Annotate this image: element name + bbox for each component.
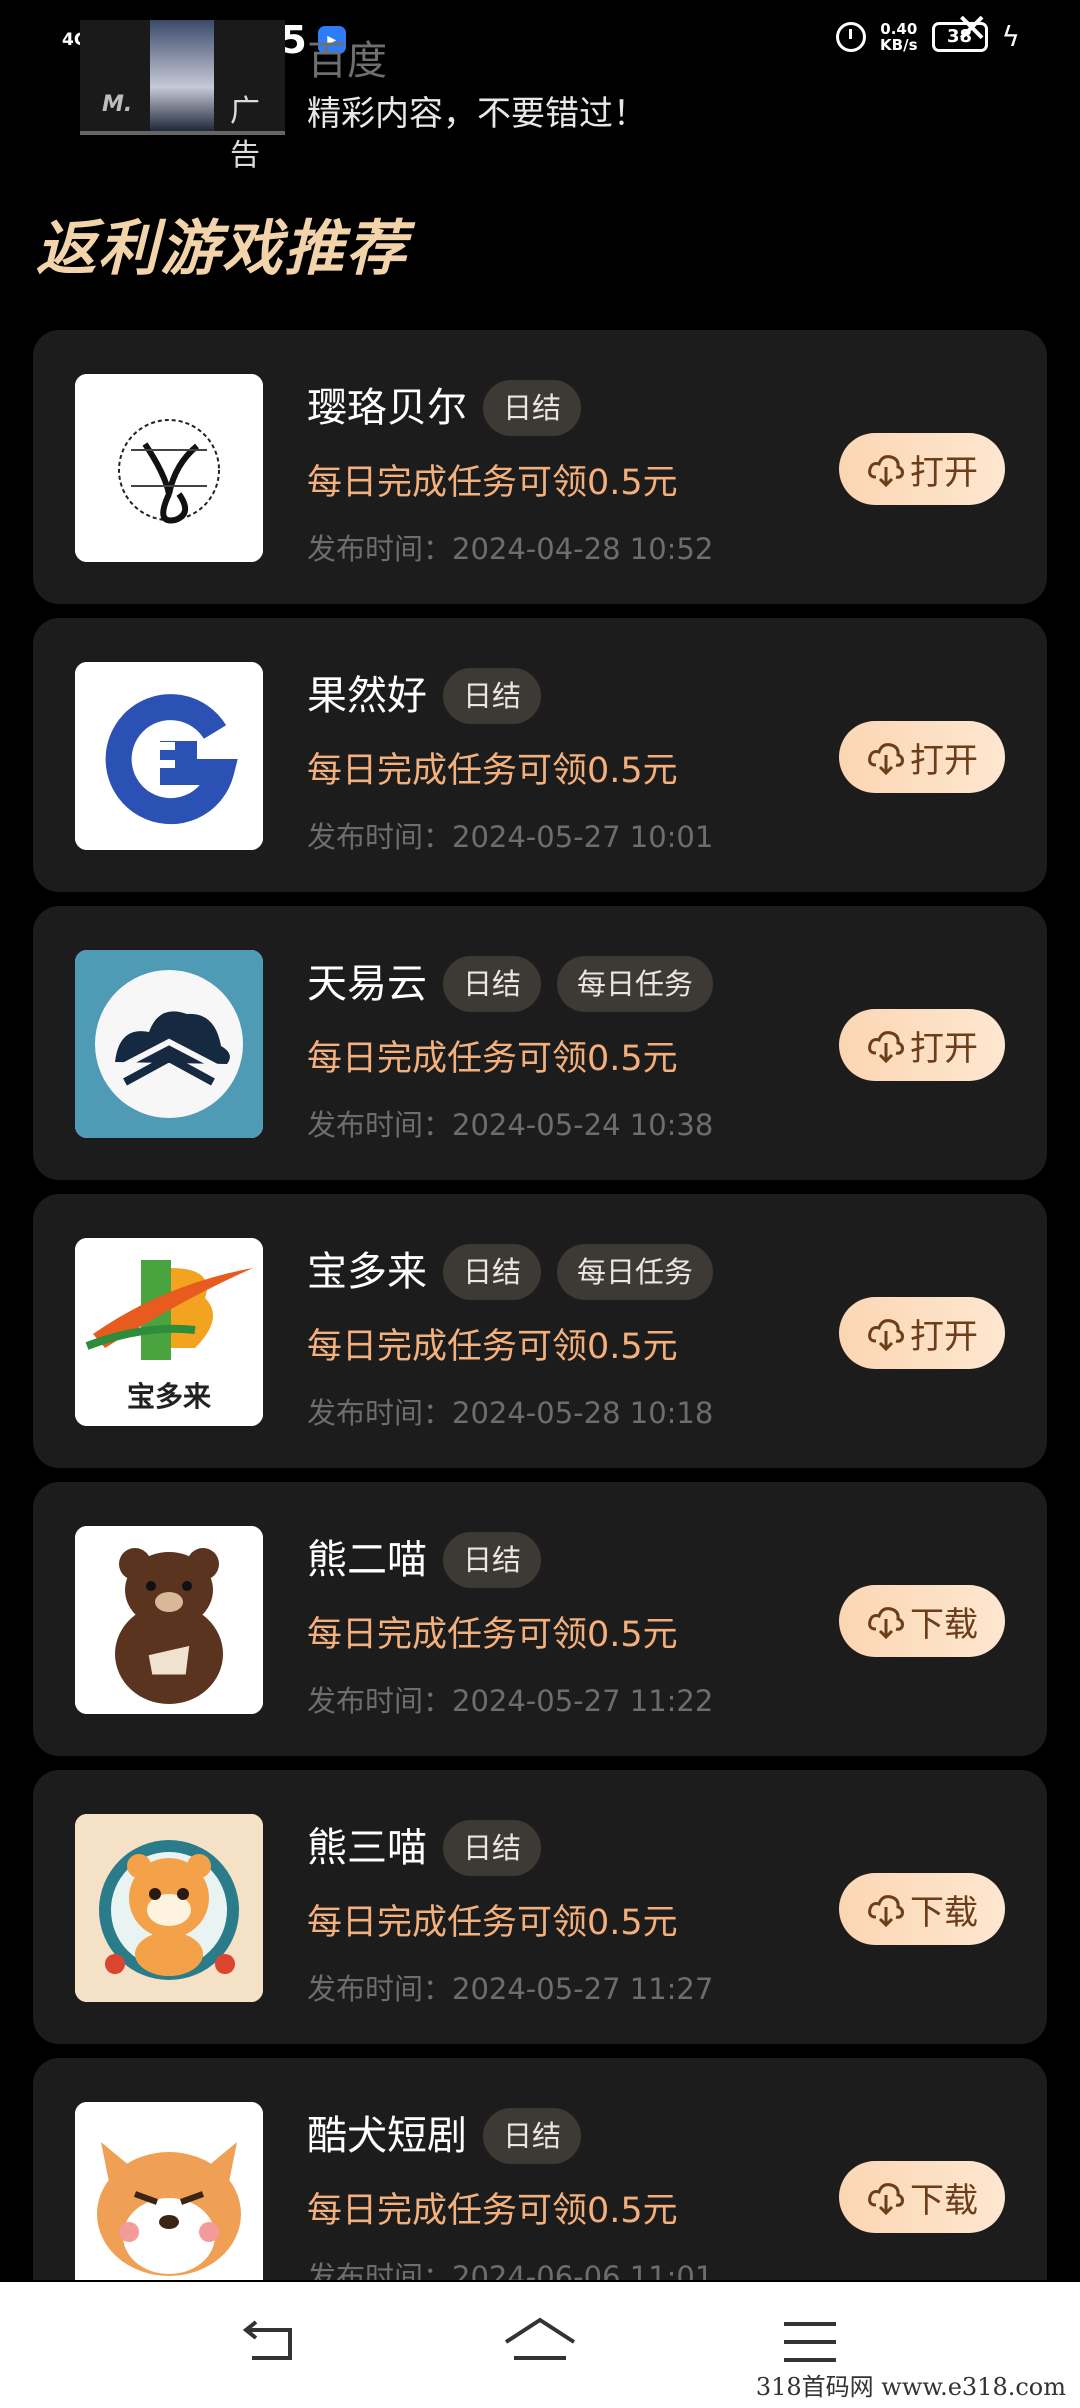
game-tags: 日结 — [443, 1532, 542, 1588]
game-tag: 日结 — [443, 1532, 542, 1588]
game-tags: 日结 — [443, 668, 542, 724]
game-publish-date: 发布时间：2024-04-28 10:52 — [307, 532, 714, 566]
yingluo-icon[interactable] — [75, 374, 263, 562]
home-button[interactable] — [500, 2312, 580, 2372]
action-label: 下载 — [910, 1604, 978, 1645]
tianyiyun-icon[interactable] — [75, 950, 263, 1138]
cloud-download-icon — [868, 1031, 904, 1064]
game-publish-date: 发布时间：2024-05-28 10:18 — [307, 1396, 714, 1430]
game-name: 酷犬短剧 — [307, 2113, 467, 2159]
download-button[interactable]: 下载 — [839, 1585, 1005, 1657]
game-tag: 日结 — [443, 668, 542, 724]
game-tags: 日结 每日任务 — [443, 956, 714, 1012]
game-tags: 日结 — [443, 1820, 542, 1876]
game-name: 果然好 — [307, 673, 427, 719]
home-icon — [504, 2317, 576, 2360]
game-card[interactable]: 熊三喵 日结每日完成任务可领0.5元发布时间：2024-05-27 11:27 下载 — [33, 1770, 1047, 2044]
game-reward: 每日完成任务可领0.5元 — [307, 1615, 678, 1655]
game-tags: 日结 — [483, 380, 582, 436]
game-reward: 每日完成任务可领0.5元 — [307, 2191, 678, 2231]
game-tag: 日结 — [483, 380, 582, 436]
action-label: 打开 — [910, 1028, 978, 1069]
page: 4G HD 19:45 ▸ 0.40 KB/s 38 ϟ M. 广告 — [0, 0, 1080, 2408]
game-tag: 每日任务 — [557, 956, 714, 1012]
action-label: 打开 — [910, 452, 978, 493]
game-tag: 日结 — [443, 1820, 542, 1876]
game-publish-date: 发布时间：2024-05-24 10:38 — [307, 1108, 714, 1142]
game-publish-date: 发布时间：2024-05-27 11:27 — [307, 1972, 714, 2006]
game-reward: 每日完成任务可领0.5元 — [307, 1903, 678, 1943]
game-tag: 日结 — [443, 956, 542, 1012]
ad-close-icon[interactable]: ✕ — [955, 6, 989, 52]
cloud-download-icon — [868, 1607, 904, 1640]
game-reward: 每日完成任务可领0.5元 — [307, 751, 678, 791]
cloud-download-icon — [868, 1319, 904, 1352]
open-button[interactable]: 打开 — [839, 721, 1005, 793]
shiba-dog-icon[interactable] — [75, 2102, 263, 2280]
download-button[interactable]: 下载 — [839, 1873, 1005, 1945]
game-tags: 日结 — [483, 2108, 582, 2164]
ad-image — [150, 20, 214, 132]
watermark: 318首码网 www.e318.com — [755, 2373, 1066, 2401]
game-tag: 每日任务 — [557, 1244, 714, 1300]
navigation-bar: 318首码网 www.e318.com — [0, 2282, 1080, 2408]
game-name: 天易云 — [307, 961, 427, 1007]
ad-label: 广告 — [230, 94, 260, 173]
game-publish-date: 发布时间：2024-06-06 11:01 — [307, 2260, 714, 2280]
game-tag: 日结 — [483, 2108, 582, 2164]
open-button[interactable]: 打开 — [839, 1297, 1005, 1369]
action-label: 打开 — [910, 740, 978, 781]
game-publish-date: 发布时间：2024-05-27 11:22 — [307, 1684, 714, 1718]
game-name: 璎珞贝尔 — [307, 385, 467, 431]
section-title: 返利游戏推荐 — [36, 214, 408, 284]
game-card[interactable]: 酷犬短剧 日结每日完成任务可领0.5元发布时间：2024-06-06 11:01 下… — [33, 2058, 1047, 2280]
game-card[interactable]: 天易云 日结 每日任务每日完成任务可领0.5元发布时间：2024-05-24 10:… — [33, 906, 1047, 1180]
game-list[interactable]: 璎珞贝尔 日结 每日完成任务可领0.5元 发布时间：2024-04-28 10:52 打… — [33, 330, 1047, 2280]
back-button[interactable] — [230, 2312, 310, 2372]
guoranhao-icon[interactable] — [75, 662, 263, 850]
game-card[interactable]: 果然好 日结每日完成任务可领0.5元发布时间：2024-05-27 10:01 打开 — [33, 618, 1047, 892]
ad-thumbnail[interactable]: M. 广告 — [80, 20, 285, 173]
game-reward: 每日完成任务可领0.5元 — [307, 1327, 678, 1367]
ad-logo: M. — [102, 92, 133, 117]
back-icon — [242, 2320, 292, 2360]
game-reward: 每日完成任务可领0.5元 — [307, 1039, 678, 1079]
cloud-download-icon — [868, 2183, 904, 2216]
ad-description: 精彩内容，不要错过！ — [307, 94, 647, 134]
game-name: 熊三喵 — [307, 1825, 427, 1871]
action-label: 打开 — [910, 1316, 978, 1357]
game-name: 熊二喵 — [307, 1537, 427, 1583]
open-button[interactable]: 打开 — [839, 433, 1005, 505]
baoduolai-icon[interactable]: 宝多来 — [75, 1238, 263, 1426]
menu-icon — [784, 2322, 836, 2362]
game-card[interactable]: 熊二喵 日结每日完成任务可领0.5元发布时间：2024-05-27 11:22 下载 — [33, 1482, 1047, 1756]
ad-banner[interactable]: M. 广告 百度 精彩内容，不要错过！ ✕ — [0, 6, 1080, 173]
cloud-download-icon — [868, 455, 904, 488]
game-name: 宝多来 — [307, 1249, 427, 1295]
download-button[interactable]: 下载 — [839, 2161, 1005, 2233]
cloud-download-icon — [868, 1895, 904, 1928]
action-label: 下载 — [910, 1892, 978, 1933]
action-label: 下载 — [910, 2180, 978, 2221]
ad-title: 百度 — [307, 38, 387, 84]
menu-button[interactable] — [770, 2312, 850, 2372]
game-card[interactable]: 璎珞贝尔 日结每日完成任务可领0.5元发布时间：2024-04-28 10:52 打… — [33, 330, 1047, 604]
game-publish-date: 发布时间：2024-05-27 10:01 — [307, 820, 714, 854]
game-reward: 每日完成任务可领0.5元 — [307, 463, 678, 503]
bear-icon[interactable] — [75, 1526, 263, 1714]
game-tag: 日结 — [443, 1244, 542, 1300]
game-card[interactable]: 宝多来 宝多来 日结 每日任务 每日完成任务可领0.5元 发布时间：2024-05-28 … — [33, 1194, 1047, 1468]
cloud-download-icon — [868, 743, 904, 776]
tiger-cub-icon[interactable] — [75, 1814, 263, 2002]
svg-text:宝多来: 宝多来 — [127, 1380, 211, 1413]
game-tags: 日结 每日任务 — [443, 1244, 714, 1300]
open-button[interactable]: 打开 — [839, 1009, 1005, 1081]
ad-progress — [80, 131, 285, 135]
